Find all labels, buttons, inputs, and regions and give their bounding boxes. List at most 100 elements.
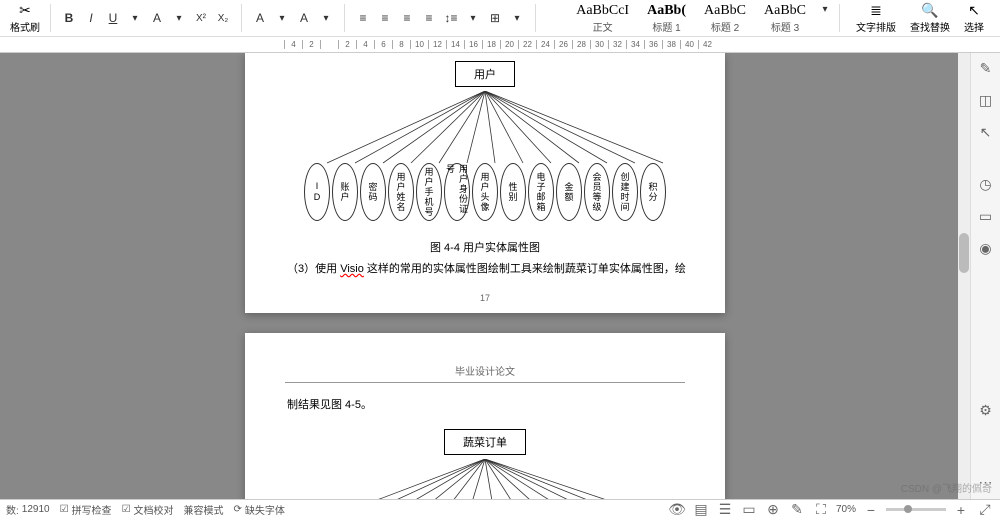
- vertical-scrollbar[interactable]: [958, 53, 970, 499]
- dropdown-icon[interactable]: ▾: [463, 8, 483, 28]
- attribute-ellipse: 用户手机号: [416, 163, 442, 221]
- italic-button[interactable]: I: [81, 8, 101, 28]
- ruler-tick: 10: [410, 40, 428, 49]
- bold-button[interactable]: B: [59, 8, 79, 28]
- attribute-ellipse: 积分: [640, 163, 666, 221]
- missing-font[interactable]: ⟳ 缺失字体: [234, 502, 285, 517]
- settings-icon[interactable]: ⚙: [977, 401, 995, 419]
- ruler-tick: 16: [464, 40, 482, 49]
- superscript-button[interactable]: X²: [191, 8, 211, 28]
- fit-icon[interactable]: ⛶: [812, 501, 830, 519]
- divider: [344, 4, 345, 32]
- ruler-tick: 30: [590, 40, 608, 49]
- align-justify-button[interactable]: ≡: [419, 8, 439, 28]
- attribute-ellipse: 会员等级: [584, 163, 610, 221]
- fullscreen-icon[interactable]: ⤢: [976, 501, 994, 519]
- attribute-ellipse: 性别: [500, 163, 526, 221]
- ruler-tick: 36: [644, 40, 662, 49]
- paragraph-group: ≡ ≡ ≡ ≡ ↕≡ ▾ ⊞ ▾: [349, 8, 531, 28]
- horizontal-ruler[interactable]: 4224681012141618202224262830323436384042: [0, 37, 1000, 53]
- ruler-tick: 4: [356, 40, 374, 49]
- page-header: 毕业设计论文: [285, 363, 685, 383]
- web-view-icon[interactable]: ⊕: [764, 501, 782, 519]
- clock-icon[interactable]: ◷: [977, 175, 995, 193]
- style-normal[interactable]: AaBbCcI 正文: [567, 0, 638, 37]
- attribute-ellipse: 用户头像: [472, 163, 498, 221]
- proofing-toggle[interactable]: ☑ 文档校对: [122, 502, 174, 517]
- dropdown-icon[interactable]: ▾: [507, 8, 527, 28]
- ruler-tick: 2: [302, 40, 320, 49]
- indent-button[interactable]: ⊞: [485, 8, 505, 28]
- dropdown-icon[interactable]: ▾: [316, 8, 336, 28]
- font-color-group: A ▾ A ▾: [246, 8, 340, 28]
- ruler-tick: 28: [572, 40, 590, 49]
- word-count[interactable]: 数: 12910: [6, 502, 50, 517]
- entity-box-order: 蔬菜订单: [444, 429, 526, 455]
- style-more-icon[interactable]: ▾: [815, 0, 835, 20]
- reading-view-icon[interactable]: ▭: [740, 501, 758, 519]
- zoom-out-button[interactable]: −: [862, 501, 880, 519]
- align-center-button[interactable]: ≡: [375, 8, 395, 28]
- find-replace-button[interactable]: 🔍 查找替换: [904, 2, 956, 34]
- dropdown-icon[interactable]: ▾: [169, 8, 189, 28]
- strikethrough-button[interactable]: A: [147, 8, 167, 28]
- document-viewport: 用户 ID账户密码用户姓名用户手机号用户身份证号用户头像性别电子邮箱金额会员等级…: [0, 53, 970, 499]
- zoom-level[interactable]: 70%: [836, 504, 856, 515]
- layers-icon[interactable]: ▭: [977, 207, 995, 225]
- dropdown-icon[interactable]: ▾: [272, 8, 292, 28]
- paragraph: （3）使用 Visio 这样的常用的实体属性图绘制工具来绘制蔬菜订单实体属性图，…: [265, 261, 705, 279]
- select-button[interactable]: ↖ 选择: [958, 2, 990, 34]
- attribute-ellipse: 账户: [332, 163, 358, 221]
- formatting-toolbar: ✂ 格式刷 B I U ▾ A ▾ X² X₂ A ▾ A ▾ ≡ ≡ ≡ ≡ …: [0, 0, 1000, 37]
- style-gallery: AaBbCcI 正文 AaBb( 标题 1 AaBbC 标题 2 AaBbC 标…: [567, 0, 835, 37]
- divider: [535, 4, 536, 32]
- align-right-button[interactable]: ≡: [397, 8, 417, 28]
- ruler-tick: 34: [626, 40, 644, 49]
- ruler-tick: 38: [662, 40, 680, 49]
- style-heading1[interactable]: AaBb( 标题 1: [638, 0, 695, 37]
- ruler-tick: 18: [482, 40, 500, 49]
- divider: [839, 4, 840, 32]
- line-spacing-button[interactable]: ↕≡: [441, 8, 461, 28]
- outline-view-icon[interactable]: ☰: [716, 501, 734, 519]
- right-tools: ≣ 文字排版 🔍 查找替换 ↖ 选择: [844, 2, 996, 34]
- page-1[interactable]: 用户 ID账户密码用户姓名用户手机号用户身份证号用户头像性别电子邮箱金额会员等级…: [245, 53, 725, 313]
- ruler-tick: [320, 40, 338, 49]
- ruler-tick: 20: [500, 40, 518, 49]
- page-view-icon[interactable]: ▤: [692, 501, 710, 519]
- underline-button[interactable]: U: [103, 8, 123, 28]
- style-heading3[interactable]: AaBbC 标题 3: [755, 0, 815, 37]
- divider: [50, 4, 51, 32]
- attribute-ellipse: 金额: [556, 163, 582, 221]
- figure-caption: 图 4-4 用户实体属性图: [265, 239, 705, 255]
- attribute-ellipse: 用户姓名: [388, 163, 414, 221]
- subscript-button[interactable]: X₂: [213, 8, 233, 28]
- highlight-button[interactable]: A: [250, 8, 270, 28]
- tag-icon[interactable]: ◉: [977, 239, 995, 257]
- style-heading2[interactable]: AaBbC 标题 2: [695, 0, 755, 37]
- align-left-button[interactable]: ≡: [353, 8, 373, 28]
- page-2[interactable]: 毕业设计论文 制结果见图 4-5。 蔬菜订单: [245, 333, 725, 499]
- eye-icon[interactable]: 👁: [668, 501, 686, 519]
- edit-icon[interactable]: ✎: [977, 59, 995, 77]
- format-painter-button[interactable]: ✂ 格式刷: [4, 2, 46, 34]
- font-color-button[interactable]: A: [294, 8, 314, 28]
- ruler-tick: 6: [374, 40, 392, 49]
- ruler-tick: 22: [518, 40, 536, 49]
- ruler-tick: 14: [446, 40, 464, 49]
- zoom-slider[interactable]: [886, 508, 946, 511]
- entity-box-user: 用户: [455, 61, 515, 87]
- style-icon[interactable]: ◫: [977, 91, 995, 109]
- text-layout-button[interactable]: ≣ 文字排版: [850, 2, 902, 34]
- ruler-tick: 12: [428, 40, 446, 49]
- select-icon[interactable]: ↖: [977, 123, 995, 141]
- text-layout-icon: ≣: [870, 2, 882, 19]
- edit-mode-icon[interactable]: ✎: [788, 501, 806, 519]
- dropdown-icon[interactable]: ▾: [125, 8, 145, 28]
- zoom-in-button[interactable]: +: [952, 501, 970, 519]
- scroll-thumb[interactable]: [959, 233, 969, 273]
- status-bar: 数: 12910 ☑ 拼写检查 ☑ 文档校对 兼容模式 ⟳ 缺失字体 👁 ▤ ☰…: [0, 499, 1000, 519]
- spellcheck-toggle[interactable]: ☑ 拼写检查: [60, 502, 112, 517]
- divider: [241, 4, 242, 32]
- ruler-tick: 32: [608, 40, 626, 49]
